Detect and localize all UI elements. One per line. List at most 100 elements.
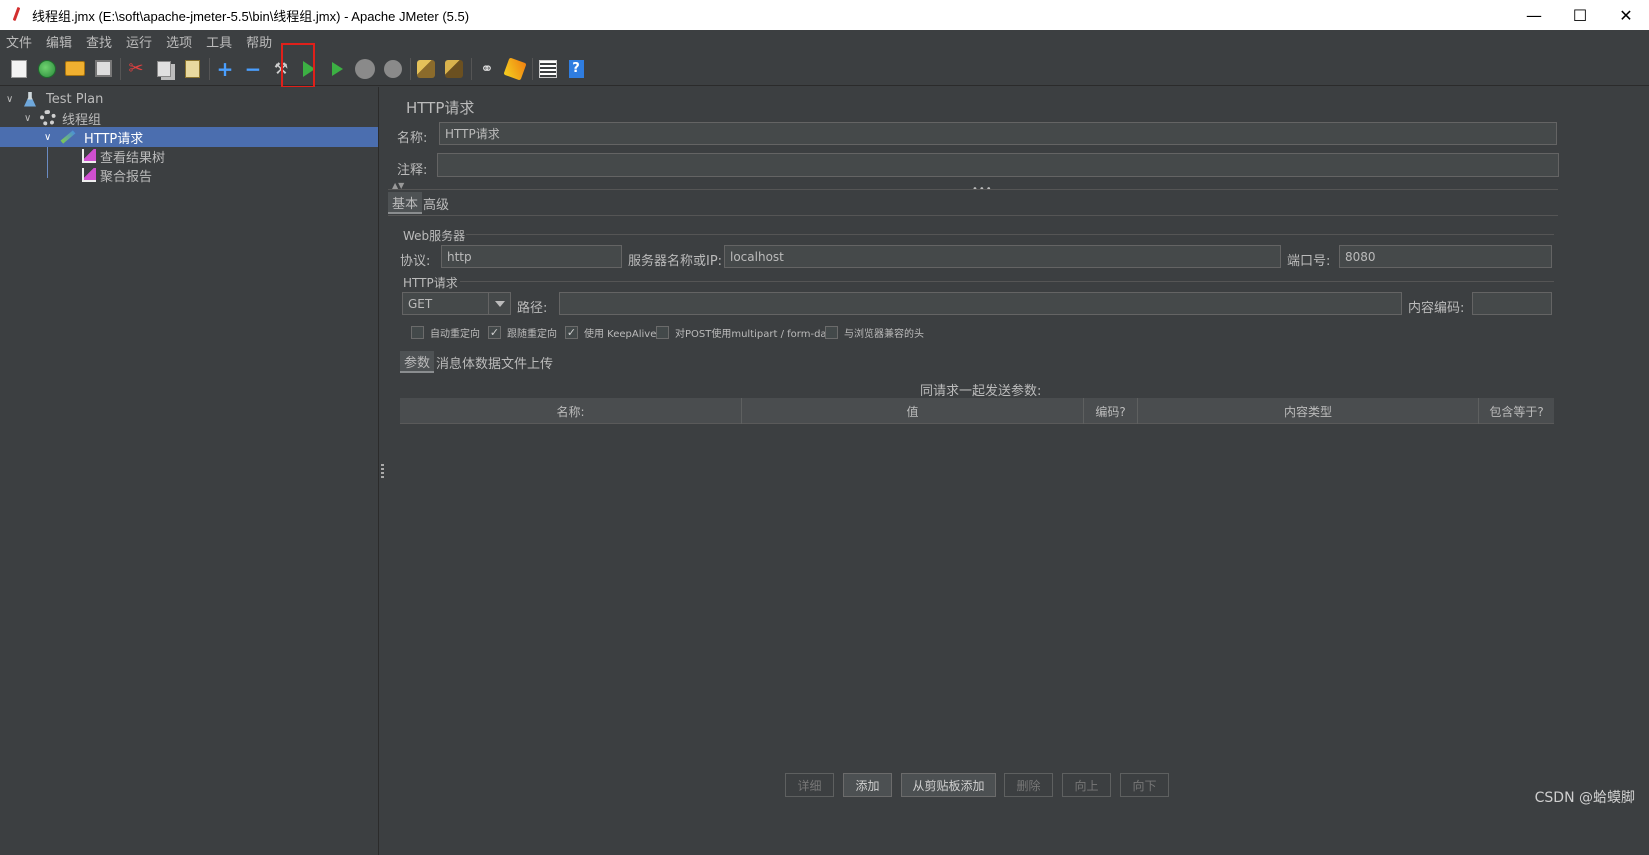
tab-file-upload[interactable]: 文件上传 bbox=[497, 351, 557, 373]
web-server-group-title: Web服务器 bbox=[403, 229, 466, 243]
test-plan-tree: ∨ Test Plan ∨ 线程组 ∨ HTTP请求 查看结果树 聚合报告 bbox=[0, 87, 378, 855]
tab-divider bbox=[388, 215, 1558, 216]
method-select[interactable]: GET bbox=[402, 292, 511, 315]
port-field[interactable]: 8080 bbox=[1339, 245, 1552, 268]
menu-help[interactable]: 帮助 bbox=[246, 32, 272, 51]
tree-item-label: Test Plan bbox=[46, 91, 104, 107]
close-button[interactable]: ✕ bbox=[1603, 0, 1649, 30]
function-helper-button[interactable] bbox=[537, 58, 559, 80]
new-button[interactable] bbox=[8, 58, 30, 80]
protocol-field[interactable]: http bbox=[441, 245, 622, 268]
checkbox-box[interactable] bbox=[825, 326, 838, 339]
collapse-button[interactable]: − bbox=[242, 57, 264, 81]
detail-button[interactable]: 详细 bbox=[785, 773, 834, 797]
checkmark-icon[interactable]: ✓ bbox=[488, 326, 501, 339]
column-header-encode[interactable]: 编码? bbox=[1084, 398, 1138, 424]
chevron-down-icon[interactable]: ∨ bbox=[24, 113, 36, 124]
tree-item-thread-group[interactable]: ∨ 线程组 bbox=[0, 108, 378, 128]
jmeter-feather-icon bbox=[10, 7, 24, 23]
tree-item-label: HTTP请求 bbox=[84, 131, 144, 147]
search-button[interactable]: ⚭ bbox=[476, 58, 498, 80]
menu-bar: 文件 编辑 查找 运行 选项 工具 帮助 bbox=[0, 30, 1649, 52]
menu-edit[interactable]: 编辑 bbox=[46, 32, 72, 51]
column-header-content-type[interactable]: 内容类型 bbox=[1138, 398, 1479, 424]
tree-item-test-plan[interactable]: ∨ Test Plan bbox=[0, 89, 378, 109]
path-field[interactable] bbox=[559, 292, 1402, 315]
chart-icon bbox=[82, 168, 96, 182]
tab-advanced[interactable]: 高级 bbox=[419, 192, 453, 214]
open-button[interactable] bbox=[64, 58, 86, 80]
follow-redirects-checkbox[interactable]: ✓ 跟随重定向 bbox=[488, 325, 557, 340]
chevron-down-icon[interactable] bbox=[488, 293, 510, 314]
start-no-timers-button[interactable] bbox=[326, 58, 348, 80]
column-header-include-equals[interactable]: 包含等于? bbox=[1479, 398, 1554, 424]
new-icon bbox=[11, 59, 27, 78]
open-icon bbox=[65, 61, 85, 76]
protocol-label: 协议: bbox=[400, 254, 431, 269]
tree-item-aggregate-report[interactable]: 聚合报告 bbox=[0, 165, 378, 185]
maximize-button[interactable]: ☐ bbox=[1557, 0, 1603, 30]
add-button[interactable]: 添加 bbox=[843, 773, 892, 797]
menu-file[interactable]: 文件 bbox=[6, 32, 32, 51]
gear-icon bbox=[40, 110, 56, 126]
copy-button[interactable] bbox=[153, 58, 175, 80]
reset-search-button[interactable] bbox=[503, 56, 527, 81]
menu-run[interactable]: 运行 bbox=[126, 32, 152, 51]
toolbar-separator bbox=[209, 57, 210, 80]
add-from-clipboard-button[interactable]: 从剪贴板添加 bbox=[901, 773, 996, 797]
cut-icon: ✂ bbox=[128, 58, 144, 79]
column-header-value[interactable]: 值 bbox=[742, 398, 1084, 424]
menu-search[interactable]: 查找 bbox=[86, 32, 112, 51]
checkmark-icon[interactable]: ✓ bbox=[565, 326, 578, 339]
comment-label: 注释: bbox=[397, 163, 428, 178]
move-up-button[interactable]: 向上 bbox=[1062, 773, 1111, 797]
tree-item-label: 聚合报告 bbox=[100, 169, 153, 185]
minimize-button[interactable]: — bbox=[1511, 0, 1557, 30]
browser-compatible-headers-checkbox[interactable]: 与浏览器兼容的头 bbox=[825, 325, 924, 340]
column-header-name[interactable]: 名称: bbox=[400, 398, 742, 424]
list-icon bbox=[539, 59, 557, 78]
keepalive-checkbox[interactable]: ✓ 使用 KeepAlive bbox=[565, 325, 656, 340]
clear-all-icon bbox=[445, 59, 463, 78]
delete-button[interactable]: 删除 bbox=[1004, 773, 1053, 797]
checkbox-box[interactable] bbox=[656, 326, 669, 339]
drag-handle-icon[interactable] bbox=[381, 464, 384, 478]
name-field[interactable]: HTTP请求 bbox=[439, 122, 1557, 145]
tab-body-data[interactable]: 消息体数据 bbox=[432, 351, 505, 373]
cut-button[interactable]: ✂ bbox=[125, 58, 147, 80]
params-caption: 同请求一起发送参数: bbox=[920, 384, 1042, 399]
shutdown-button[interactable] bbox=[382, 58, 404, 80]
chevron-down-icon[interactable]: ∨ bbox=[44, 132, 56, 143]
section-divider bbox=[388, 189, 1558, 190]
chevron-down-icon[interactable]: ∨ bbox=[6, 94, 18, 105]
menu-options[interactable]: 选项 bbox=[166, 32, 192, 51]
path-label: 路径: bbox=[517, 301, 548, 316]
tree-item-http-request[interactable]: ∨ HTTP请求 bbox=[0, 127, 378, 147]
watermark: CSDN @蛤蟆脚 bbox=[1534, 790, 1635, 806]
tree-item-view-results-tree[interactable]: 查看结果树 bbox=[0, 146, 378, 166]
save-button[interactable] bbox=[92, 58, 114, 80]
clear-button[interactable] bbox=[415, 58, 437, 80]
menu-tools[interactable]: 工具 bbox=[206, 32, 232, 51]
clear-all-button[interactable] bbox=[443, 58, 465, 80]
multipart-checkbox[interactable]: 对POST使用multipart / form-data bbox=[656, 325, 837, 340]
toolbar-separator bbox=[471, 57, 472, 80]
encoding-field[interactable] bbox=[1472, 292, 1552, 315]
stop-button[interactable] bbox=[354, 58, 376, 80]
port-label: 端口号: bbox=[1287, 254, 1331, 269]
start-no-timers-icon bbox=[331, 61, 343, 76]
move-down-button[interactable]: 向下 bbox=[1120, 773, 1169, 797]
help-button[interactable]: ? bbox=[565, 58, 587, 80]
server-field[interactable]: localhost bbox=[724, 245, 1281, 268]
checkbox-box[interactable] bbox=[411, 326, 424, 339]
tab-parameters[interactable]: 参数 bbox=[400, 351, 435, 373]
expand-button[interactable]: + bbox=[214, 56, 236, 81]
tab-basic[interactable]: 基本 bbox=[388, 192, 423, 214]
checkbox-label: 对POST使用multipart / form-data bbox=[675, 329, 837, 340]
paste-button[interactable] bbox=[181, 58, 203, 80]
auto-redirect-checkbox[interactable]: 自动重定向 bbox=[411, 325, 480, 340]
expand-icon: + bbox=[216, 56, 234, 81]
templates-button[interactable] bbox=[36, 58, 58, 80]
toolbar-separator bbox=[410, 57, 411, 80]
comment-field[interactable] bbox=[437, 153, 1559, 177]
